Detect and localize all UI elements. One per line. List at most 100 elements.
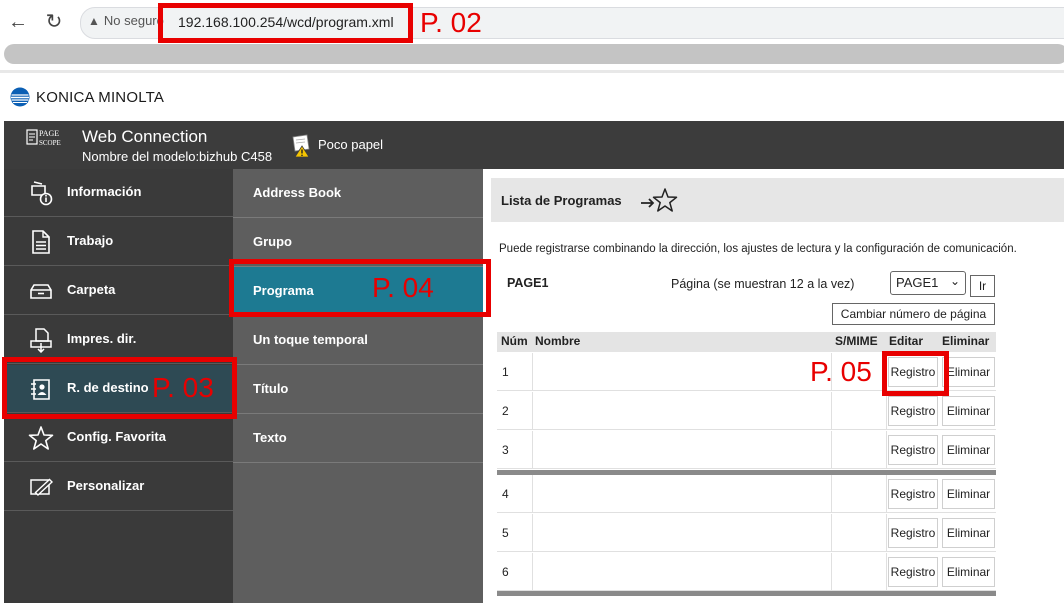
- page-name: PAGE1: [507, 276, 549, 290]
- customize-icon: [30, 478, 54, 496]
- model-name: Nombre del modelo:bizhub C458: [82, 149, 273, 164]
- logo-text-top: PAGE: [39, 129, 59, 138]
- star-icon: [28, 426, 54, 450]
- register-button[interactable]: Registro: [888, 557, 938, 587]
- register-button[interactable]: Registro: [888, 518, 938, 548]
- table-row: 5 Registro Eliminar: [497, 514, 996, 552]
- page-select[interactable]: PAGE1 ⌄: [890, 271, 966, 295]
- pagescope-logo-icon: PAGE SCOPE: [26, 129, 61, 147]
- submenu-item-texto[interactable]: Texto: [233, 414, 483, 463]
- register-button[interactable]: Registro: [888, 396, 938, 426]
- page-select-value: PAGE1: [896, 275, 939, 290]
- chevron-down-icon: ⌄: [949, 274, 960, 288]
- app-header: PAGE SCOPE Web Connection Nombre del mod…: [4, 121, 1064, 169]
- delete-button[interactable]: Eliminar: [942, 479, 995, 509]
- direct-print-icon: [30, 328, 52, 353]
- delete-button[interactable]: Eliminar: [942, 557, 995, 587]
- delete-button[interactable]: Eliminar: [942, 518, 995, 548]
- content-title-bar: Lista de Programas: [491, 178, 1064, 222]
- document-icon: [32, 230, 50, 254]
- submenu-label: Texto: [253, 430, 287, 445]
- column-divider: [532, 553, 533, 591]
- status-text: Poco papel: [318, 137, 384, 152]
- header-name: Nombre: [535, 334, 581, 348]
- table-row: 3 Registro Eliminar: [497, 431, 996, 469]
- warning-icon: ▲: [88, 14, 100, 28]
- menu-item-config-favorita[interactable]: Config. Favorita: [4, 414, 233, 462]
- logo-text-bottom: SCOPE: [39, 139, 61, 147]
- register-button[interactable]: Registro: [888, 435, 938, 465]
- submenu-item-titulo[interactable]: Título: [233, 365, 483, 414]
- menu-item-informacion[interactable]: Información: [4, 169, 233, 217]
- column-divider: [831, 431, 832, 469]
- konica-minolta-logo-icon: [10, 87, 30, 107]
- bookmarks-bar: [4, 44, 1064, 64]
- row-number: 1: [502, 365, 509, 379]
- column-divider: [532, 475, 533, 513]
- column-divider: [831, 553, 832, 591]
- column-divider: [831, 514, 832, 552]
- go-button[interactable]: Ir: [970, 275, 995, 297]
- column-divider: [886, 392, 887, 430]
- info-icon: [31, 181, 53, 206]
- menu-label: Trabajo: [67, 233, 114, 248]
- column-divider: [886, 431, 887, 469]
- group-separator: [497, 591, 996, 596]
- menu-label: Personalizar: [67, 478, 145, 493]
- table-row: 2 Registro Eliminar: [497, 392, 996, 430]
- brand-name: KONICA MINOLTA: [36, 88, 165, 106]
- delete-button[interactable]: Eliminar: [942, 396, 995, 426]
- menu-label: Impres. dir.: [67, 331, 137, 346]
- table-row: 6 Registro Eliminar: [497, 553, 996, 591]
- submenu-item-address-book[interactable]: Address Book: [233, 169, 483, 218]
- row-number: 2: [502, 404, 509, 418]
- column-divider: [886, 475, 887, 513]
- annotation-label-menu: P. 03: [152, 372, 214, 403]
- page-description: Puede registrarse combinando la direcció…: [499, 243, 1017, 255]
- submenu-label: Address Book: [253, 185, 342, 200]
- annotation-box-url: [158, 3, 413, 43]
- brand-header: KONICA MINOLTA: [10, 87, 164, 107]
- row-number: 5: [502, 526, 509, 540]
- submenu-label: Título: [253, 381, 289, 396]
- column-divider: [831, 392, 832, 430]
- low-paper-icon[interactable]: [288, 133, 314, 159]
- app-title: Web Connection: [82, 127, 208, 146]
- header-smime: S/MIME: [835, 334, 878, 348]
- column-divider: [532, 431, 533, 469]
- security-label: No seguro: [103, 13, 164, 28]
- column-divider: [886, 514, 887, 552]
- column-divider: [831, 475, 832, 513]
- menu-label: Config. Favorita: [67, 429, 166, 444]
- menu-item-trabajo[interactable]: Trabajo: [4, 218, 233, 266]
- register-button[interactable]: Registro: [888, 479, 938, 509]
- page-info-text: Página (se muestran 12 a la vez): [671, 277, 855, 291]
- column-divider: [532, 392, 533, 430]
- back-arrow-icon[interactable]: ←: [6, 10, 30, 34]
- chrome-divider: [0, 70, 1064, 73]
- delete-button[interactable]: Eliminar: [942, 357, 995, 387]
- annotation-box-submenu: [229, 259, 491, 317]
- annotation-label-submenu: P. 04: [372, 272, 434, 303]
- change-page-number-button[interactable]: Cambiar número de página: [832, 303, 995, 325]
- folder-tray-icon: [30, 284, 52, 299]
- sub-menu: Address Book Grupo Programa Un toque tem…: [233, 169, 483, 603]
- annotation-box-register: [882, 351, 949, 396]
- delete-button[interactable]: Eliminar: [942, 435, 995, 465]
- submenu-label: Grupo: [253, 234, 292, 249]
- header-delete: Eliminar: [942, 334, 990, 348]
- menu-label: Información: [67, 184, 142, 199]
- row-number: 4: [502, 487, 509, 501]
- submenu-item-un-toque-temporal[interactable]: Un toque temporal: [233, 316, 483, 365]
- menu-item-carpeta[interactable]: Carpeta: [4, 267, 233, 315]
- row-number: 3: [502, 443, 509, 457]
- reload-icon[interactable]: ↻: [42, 10, 66, 34]
- security-chip[interactable]: ▲ No seguro: [88, 13, 164, 28]
- header-num: Núm: [501, 334, 528, 348]
- annotation-label-url: P. 02: [420, 7, 482, 38]
- row-number: 6: [502, 565, 509, 579]
- page-title: Lista de Programas: [501, 193, 622, 208]
- column-divider: [532, 353, 533, 391]
- column-divider: [886, 553, 887, 591]
- menu-item-personalizar[interactable]: Personalizar: [4, 463, 233, 511]
